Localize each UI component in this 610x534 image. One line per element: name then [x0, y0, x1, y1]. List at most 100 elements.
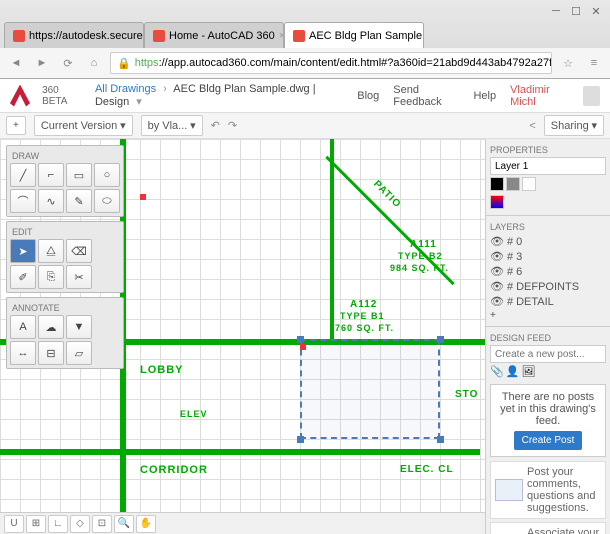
by-select[interactable]: by Vla... ▾	[141, 115, 203, 136]
blog-link[interactable]: Blog	[357, 90, 379, 102]
thumb-icon	[495, 479, 523, 501]
chevron-down-icon[interactable]: ▾	[136, 96, 142, 108]
dim2-tool[interactable]: ⊟	[38, 341, 64, 365]
layer-select[interactable]	[490, 157, 606, 175]
add-button[interactable]: +	[6, 116, 26, 135]
close-window-icon[interactable]: ✕	[590, 5, 602, 17]
selection-grip[interactable]	[437, 336, 444, 343]
ortho-button[interactable]: ∟	[48, 515, 68, 533]
tab-label: AEC Bldg Plan Sample.dw	[309, 30, 424, 42]
image-icon[interactable]: 🖼	[521, 365, 535, 378]
breadcrumb-root[interactable]: All Drawings	[95, 83, 156, 95]
avatar[interactable]	[583, 86, 600, 106]
selection-box[interactable]	[300, 339, 440, 439]
chevron-down-icon: ▾	[120, 120, 126, 132]
menu-icon[interactable]: ≡	[584, 53, 604, 73]
favicon-icon	[153, 30, 165, 42]
reload-icon[interactable]: ⟳	[58, 53, 78, 73]
main-area: LOBBY ELEV CORRIDOR PATIO A111 TYPE B2 9…	[0, 139, 610, 534]
back-icon[interactable]: ◄	[6, 53, 26, 73]
attach-icon[interactable]: 📎	[490, 365, 504, 378]
copy-tool[interactable]: ⎘	[38, 265, 64, 289]
pan-button[interactable]: ✋	[136, 515, 156, 533]
share-icon[interactable]: <	[529, 120, 535, 132]
eye-icon[interactable]: 👁	[490, 295, 504, 308]
polyline-tool[interactable]: ⌐	[38, 163, 64, 187]
browser-tab[interactable]: AEC Bldg Plan Sample.dw×	[284, 22, 424, 48]
freehand-tool[interactable]: ✎	[66, 189, 92, 213]
eye-icon[interactable]: 👁	[490, 235, 504, 248]
rectangle-tool[interactable]: ▭	[66, 163, 92, 187]
cloud-tool[interactable]: ☁	[38, 315, 64, 339]
arc-tool[interactable]: ⌒	[10, 189, 36, 213]
zoom-in-button[interactable]: 🔍	[114, 515, 134, 533]
lock-icon[interactable]: #	[507, 266, 513, 278]
create-post-button[interactable]: Create Post	[514, 431, 583, 450]
left-toolbox: DRAW ╱ ⌐ ▭ ○ ⌒ ∿ ✎ ⬭ EDIT ➤ ⧋ ⌫ ✐ ⎘ ✂	[6, 145, 124, 373]
lock-icon[interactable]: #	[507, 251, 513, 263]
erase-tool[interactable]: ⌫	[66, 239, 92, 263]
linetype-dash-icon[interactable]	[506, 177, 520, 191]
favicon-icon	[13, 30, 25, 42]
user-icon[interactable]: 👤	[506, 365, 520, 378]
lock-icon[interactable]: #	[507, 236, 513, 248]
layer-row[interactable]: 👁#3	[490, 249, 606, 264]
eye-icon[interactable]: 👁	[490, 280, 504, 293]
snap-button[interactable]: ⊞	[26, 515, 46, 533]
mirror-tool[interactable]: ⧋	[38, 239, 64, 263]
line-tool[interactable]: ╱	[10, 163, 36, 187]
minimize-icon[interactable]: ─	[550, 5, 562, 17]
lock-icon[interactable]: #	[507, 296, 513, 308]
feed-hint: Post your comments, questions and sugges…	[490, 461, 606, 519]
lock-icon[interactable]: #	[507, 281, 513, 293]
trim-tool[interactable]: ✂	[66, 265, 92, 289]
forward-icon[interactable]: ►	[32, 53, 52, 73]
feed-empty-text: There are no posts yet in this drawing's…	[497, 391, 599, 427]
bottom-toolbar: U ⊞ ∟ ◇ ⊡ 🔍 ✋	[0, 512, 485, 534]
color-picker-icon[interactable]	[490, 195, 504, 209]
selection-grip[interactable]	[437, 436, 444, 443]
room-label-a111-type: TYPE B2	[398, 251, 443, 261]
add-layer-button[interactable]: +	[490, 309, 606, 322]
chevron-right-icon: ›	[163, 83, 167, 95]
browser-tab[interactable]: Home - AutoCAD 360×	[144, 22, 284, 48]
circle-tool[interactable]: ○	[94, 163, 120, 187]
layer-row[interactable]: 👁#6	[490, 264, 606, 279]
bookmark-icon[interactable]: ☆	[558, 53, 578, 73]
dim-tool[interactable]: ↔	[10, 341, 36, 365]
user-name[interactable]: Vladimir Michl	[510, 84, 569, 108]
text-tool[interactable]: A	[10, 315, 36, 339]
linetype-none-icon[interactable]	[522, 177, 536, 191]
ellipse-tool[interactable]: ⬭	[94, 189, 120, 213]
version-select[interactable]: Current Version ▾	[34, 115, 133, 136]
select-tool[interactable]: ➤	[10, 239, 36, 263]
undo-icon[interactable]: ↶	[211, 119, 220, 132]
selection-grip[interactable]	[297, 336, 304, 343]
layer-row[interactable]: 👁#DEFPOINTS	[490, 279, 606, 294]
home-icon[interactable]: ⌂	[84, 53, 104, 73]
maximize-icon[interactable]: ☐	[570, 5, 582, 17]
spline-tool[interactable]: ∿	[38, 189, 64, 213]
eye-icon[interactable]: 👁	[490, 265, 504, 278]
marker-tool[interactable]: ▼	[66, 315, 92, 339]
layer-row[interactable]: 👁#0	[490, 234, 606, 249]
browser-tab[interactable]: https://autodesk.secure.f×	[4, 22, 144, 48]
area-tool[interactable]: ▱	[66, 341, 92, 365]
address-bar[interactable]: 🔒 https://app.autocad360.com/main/conten…	[110, 52, 552, 74]
draw-panel: DRAW ╱ ⌐ ▭ ○ ⌒ ∿ ✎ ⬭	[6, 145, 124, 217]
layer-row[interactable]: 👁#DETAIL	[490, 294, 606, 309]
linetype-solid-icon[interactable]	[490, 177, 504, 191]
new-post-input[interactable]	[490, 345, 606, 363]
logo-text: 360 BETA	[42, 85, 83, 107]
sharing-button[interactable]: Sharing ▾	[544, 115, 604, 136]
redo-icon[interactable]: ↷	[228, 119, 237, 132]
units-button[interactable]: U	[4, 515, 24, 533]
selection-grip[interactable]	[297, 436, 304, 443]
osnap-button[interactable]: ◇	[70, 515, 90, 533]
help-link[interactable]: Help	[473, 90, 496, 102]
eye-icon[interactable]: 👁	[490, 250, 504, 263]
zoom-extents-button[interactable]: ⊡	[92, 515, 112, 533]
eyedrop-tool[interactable]: ✐	[10, 265, 36, 289]
feedback-link[interactable]: Send Feedback	[393, 84, 459, 108]
panel-title: DESIGN FEED	[490, 331, 606, 345]
